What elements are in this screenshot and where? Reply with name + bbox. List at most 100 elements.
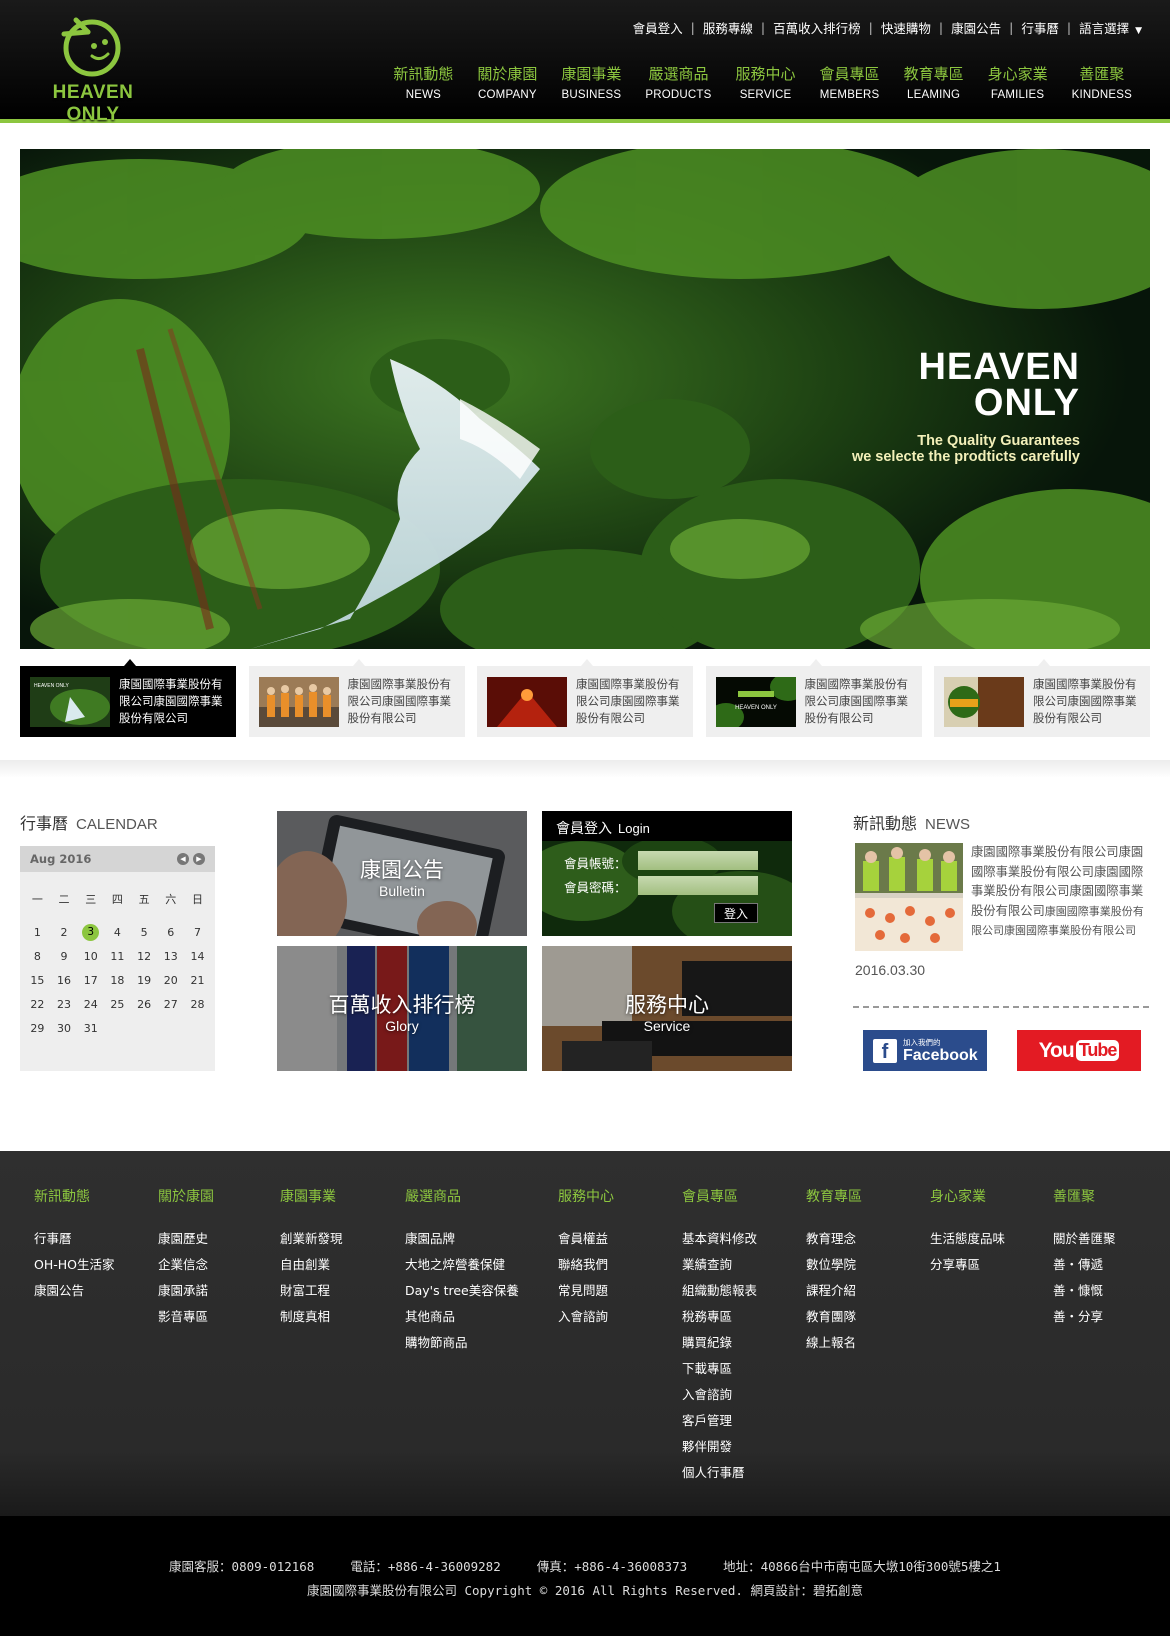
calendar-day[interactable]: 6 [157, 926, 184, 939]
calendar-day[interactable]: 1 [24, 926, 51, 939]
next-month-icon[interactable]: ▶ [193, 853, 205, 865]
topbar-language-select[interactable]: 語言選擇 ▼ [1079, 18, 1142, 37]
footer-link[interactable]: 創業新發現 [280, 1226, 343, 1252]
calendar-day[interactable]: 8 [24, 950, 51, 963]
service-tile[interactable]: 服務中心 Service [542, 946, 792, 1071]
nav-kindness[interactable]: 善匯聚 KINDNESS [1060, 64, 1144, 101]
footer-col-heading[interactable]: 嚴選商品 [405, 1186, 519, 1206]
topbar-service-line[interactable]: 服務專線 [703, 18, 753, 37]
footer-link[interactable]: 教育理念 [806, 1226, 862, 1252]
calendar-day[interactable]: 4 [104, 926, 131, 939]
calendar-day[interactable]: 20 [157, 974, 184, 987]
calendar-day[interactable]: 7 [184, 926, 211, 939]
footer-link[interactable]: 入會諮詢 [558, 1304, 614, 1330]
nav-learning[interactable]: 教育專區 LEAMING [892, 64, 976, 101]
footer-col-heading[interactable]: 教育專區 [806, 1186, 862, 1206]
banner-thumb-4[interactable]: HEAVEN ONLY 康園國際事業股份有限公司康園國際事業股份有限公司 [705, 659, 922, 737]
footer-link[interactable]: Day's tree美容保養 [405, 1278, 519, 1304]
footer-link[interactable]: 大地之焠營養保健 [405, 1252, 519, 1278]
calendar-day[interactable]: 27 [157, 998, 184, 1011]
footer-col-heading[interactable]: 善匯聚 [1053, 1186, 1116, 1206]
banner-thumb-2[interactable]: 康園國際事業股份有限公司康園國際事業股份有限公司 [248, 659, 465, 737]
footer-link[interactable]: 常見問題 [558, 1278, 614, 1304]
youtube-button[interactable]: You Tube [1017, 1030, 1141, 1071]
calendar-day[interactable]: 10 [77, 950, 104, 963]
footer-link[interactable]: 關於善匯聚 [1053, 1226, 1116, 1252]
calendar-day[interactable]: 12 [131, 950, 158, 963]
glory-tile[interactable]: 百萬收入排行榜 Glory [277, 946, 527, 1071]
banner-thumb-3[interactable]: 康園國際事業股份有限公司康園國際事業股份有限公司 [477, 659, 693, 737]
nav-products[interactable]: 嚴選商品 PRODUCTS [633, 64, 723, 101]
footer-link[interactable]: 稅務專區 [682, 1304, 757, 1330]
banner-thumb-5[interactable]: 康園國際事業股份有限公司康園國際事業股份有限公司 [934, 659, 1150, 737]
calendar-day[interactable]: 21 [184, 974, 211, 987]
footer-link[interactable]: 康園品牌 [405, 1226, 519, 1252]
calendar-day[interactable]: 23 [51, 998, 78, 1011]
calendar-day[interactable]: 2 [51, 926, 78, 939]
calendar-day-today[interactable]: 3 [77, 923, 104, 941]
nav-families[interactable]: 身心家業 FAMILIES [976, 64, 1060, 101]
footer-col-heading[interactable]: 服務中心 [558, 1186, 614, 1206]
footer-link[interactable]: 線上報名 [806, 1330, 862, 1356]
footer-link[interactable]: 財富工程 [280, 1278, 343, 1304]
facebook-button[interactable]: f 加入我們的 Facebook [863, 1030, 987, 1071]
nav-service[interactable]: 服務中心 SERVICE [724, 64, 808, 101]
banner-thumb-1[interactable]: HEAVEN ONLY 康園國際事業股份有限公司康園國際事業股份有限公司 [20, 659, 236, 737]
site-logo[interactable]: HEAVEN ONLY [28, 12, 158, 125]
topbar-member-login[interactable]: 會員登入 [633, 18, 683, 37]
footer-col-heading[interactable]: 關於康園 [158, 1186, 214, 1206]
calendar-day[interactable]: 30 [51, 1022, 78, 1035]
topbar-quick-shop[interactable]: 快速購物 [881, 18, 931, 37]
footer-col-heading[interactable]: 新訊動態 [34, 1186, 115, 1206]
calendar-day[interactable]: 15 [24, 974, 51, 987]
footer-link[interactable]: 業績查詢 [682, 1252, 757, 1278]
footer-link[interactable]: OH-HO生活家 [34, 1252, 115, 1278]
footer-col-heading[interactable]: 會員專區 [682, 1186, 757, 1206]
footer-link[interactable]: 其他商品 [405, 1304, 519, 1330]
footer-link[interactable]: 夥伴開發 [682, 1434, 757, 1460]
footer-link[interactable]: 善・慷慨 [1053, 1278, 1116, 1304]
calendar-day[interactable]: 18 [104, 974, 131, 987]
account-input[interactable] [638, 851, 758, 870]
calendar-day[interactable]: 25 [104, 998, 131, 1011]
footer-link[interactable]: 教育團隊 [806, 1304, 862, 1330]
calendar-day[interactable]: 9 [51, 950, 78, 963]
footer-link[interactable]: 自由創業 [280, 1252, 343, 1278]
nav-members[interactable]: 會員專區 MEMBERS [808, 64, 892, 101]
footer-link[interactable]: 購買紀錄 [682, 1330, 757, 1356]
footer-link[interactable]: 聯絡我們 [558, 1252, 614, 1278]
footer-link[interactable]: 康園歷史 [158, 1226, 214, 1252]
calendar-day[interactable]: 17 [77, 974, 104, 987]
calendar-day[interactable]: 11 [104, 950, 131, 963]
footer-link[interactable]: 康園承諾 [158, 1278, 214, 1304]
footer-link[interactable]: 影音專區 [158, 1304, 214, 1330]
topbar-calendar[interactable]: 行事曆 [1021, 18, 1059, 37]
footer-link[interactable]: 客戶管理 [682, 1408, 757, 1434]
nav-news[interactable]: 新訊動態 NEWS [381, 64, 465, 101]
footer-link[interactable]: 下載專區 [682, 1356, 757, 1382]
footer-link[interactable]: 善・傳遞 [1053, 1252, 1116, 1278]
hero-banner[interactable]: HEAVEN ONLY The Quality Guarantees we se… [20, 149, 1150, 649]
calendar-day[interactable]: 29 [24, 1022, 51, 1035]
footer-link[interactable]: 行事曆 [34, 1226, 115, 1252]
calendar-day[interactable]: 24 [77, 998, 104, 1011]
footer-link[interactable]: 組織動態報表 [682, 1278, 757, 1304]
nav-business[interactable]: 康園事業 BUSINESS [549, 64, 633, 101]
calendar-day[interactable]: 26 [131, 998, 158, 1011]
calendar-day[interactable]: 22 [24, 998, 51, 1011]
calendar-day[interactable]: 28 [184, 998, 211, 1011]
footer-link[interactable]: 課程介紹 [806, 1278, 862, 1304]
topbar-income-ranking[interactable]: 百萬收入排行榜 [773, 18, 861, 37]
news-photo[interactable] [855, 843, 963, 951]
calendar-day[interactable]: 13 [157, 950, 184, 963]
footer-col-heading[interactable]: 康園事業 [280, 1186, 343, 1206]
footer-link[interactable]: 生活態度品味 [930, 1226, 1005, 1252]
footer-link[interactable]: 制度真相 [280, 1304, 343, 1330]
calendar-day[interactable]: 14 [184, 950, 211, 963]
footer-col-heading[interactable]: 身心家業 [930, 1186, 1005, 1206]
calendar-day[interactable]: 19 [131, 974, 158, 987]
bulletin-tile[interactable]: 康園公告 Bulletin [277, 811, 527, 936]
topbar-bulletin[interactable]: 康園公告 [951, 18, 1001, 37]
footer-link[interactable]: 個人行事曆 [682, 1460, 757, 1486]
footer-link[interactable]: 入會諮詢 [682, 1382, 757, 1408]
